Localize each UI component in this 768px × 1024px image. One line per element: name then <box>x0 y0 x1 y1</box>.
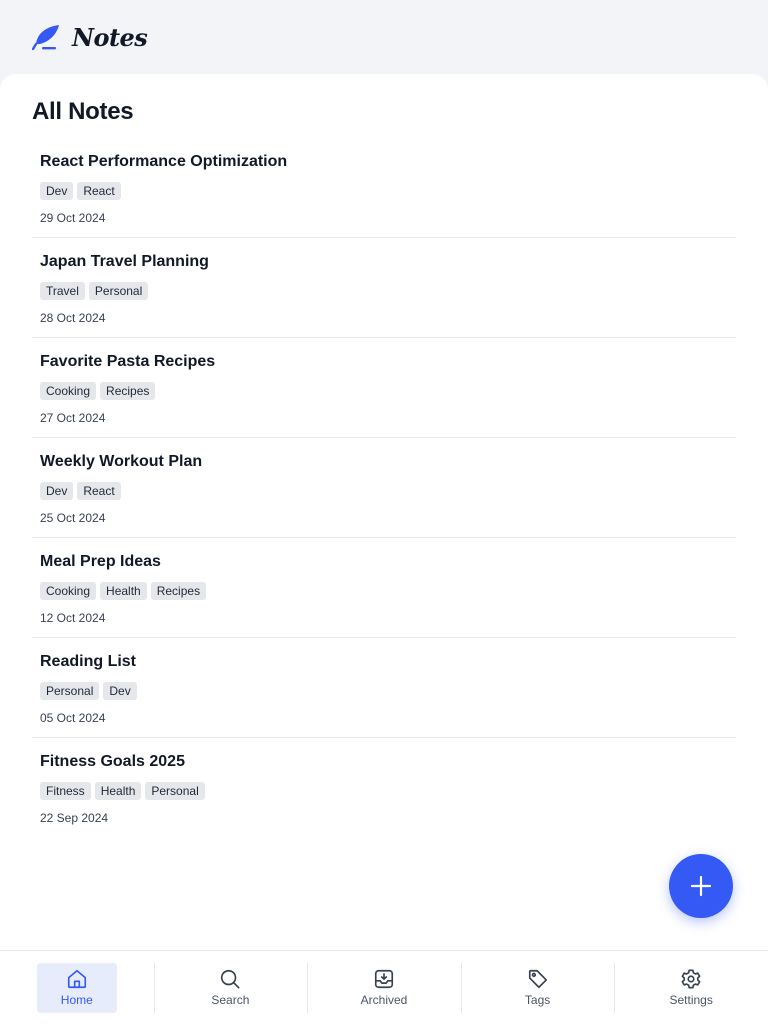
nav-settings-label: Settings <box>669 993 713 1007</box>
nav-tags[interactable]: Tags <box>460 951 615 1024</box>
note-title: Meal Prep Ideas <box>40 553 161 570</box>
note-date: 22 Sep 2024 <box>40 811 109 825</box>
app-name: Notes <box>72 22 148 52</box>
note-title: Japan Travel Planning <box>40 253 209 270</box>
note-date: 12 Oct 2024 <box>40 611 106 625</box>
tag-chip: Cooking <box>40 382 97 400</box>
tag-chip: Personal <box>88 282 149 300</box>
tag-chip: React <box>77 182 121 200</box>
tag-chip: Cooking <box>40 582 97 600</box>
note-item[interactable]: Favorite Pasta Recipes Cooking Recipes 2… <box>32 338 736 438</box>
main-content: All Notes React Performance Optimization… <box>0 74 768 950</box>
note-item[interactable]: Weekly Workout Plan Dev React 25 Oct 202… <box>32 438 736 538</box>
app-logo[interactable]: Notes <box>32 22 148 52</box>
nav-search-label: Search <box>211 993 250 1007</box>
feather-pen-icon <box>32 25 59 51</box>
page-title: All Notes <box>32 98 134 125</box>
tag-chip: Travel <box>40 282 85 300</box>
tag-icon <box>528 969 547 989</box>
gear-icon <box>681 969 701 989</box>
note-item[interactable]: Japan Travel Planning Travel Personal 28… <box>32 238 736 338</box>
nav-archived[interactable]: Archived <box>307 951 461 1024</box>
note-title: Fitness Goals 2025 <box>40 753 185 770</box>
note-item[interactable]: Fitness Goals 2025 Fitness Health Person… <box>32 738 736 838</box>
note-item[interactable]: React Performance Optimization Dev React… <box>32 138 736 238</box>
tag-chip: Recipes <box>100 382 156 400</box>
tag-chip: Dev <box>103 682 137 700</box>
nav-home-label: Home <box>60 993 93 1007</box>
nav-tags-pill: Tags <box>498 963 578 1013</box>
note-tags: Cooking Recipes <box>40 382 728 400</box>
nav-settings-pill: Settings <box>651 963 731 1013</box>
top-header: Notes <box>0 0 768 74</box>
note-title: Reading List <box>40 653 137 670</box>
search-icon <box>221 969 240 989</box>
notes-app: Notes All Notes React Performance Optimi… <box>0 0 768 1024</box>
tag-chip: React <box>77 482 121 500</box>
note-date: 05 Oct 2024 <box>40 711 106 725</box>
tag-chip: Dev <box>40 482 74 500</box>
plus-icon <box>690 875 712 897</box>
nav-search[interactable]: Search <box>153 951 308 1024</box>
tag-chip: Fitness <box>40 782 91 800</box>
archive-icon <box>374 969 394 989</box>
home-icon <box>67 969 86 989</box>
note-tags: Personal Dev <box>40 682 728 700</box>
note-date: 28 Oct 2024 <box>40 311 106 325</box>
note-date: 27 Oct 2024 <box>40 411 106 425</box>
tag-chip: Recipes <box>150 582 207 600</box>
note-tags: Dev React <box>40 482 728 500</box>
note-list: React Performance Optimization Dev React… <box>32 138 736 838</box>
note-title: Favorite Pasta Recipes <box>40 353 216 370</box>
note-tags: Dev React <box>40 182 728 200</box>
tag-chip: Personal <box>40 682 100 700</box>
tag-chip: Personal <box>145 782 205 800</box>
bottom-nav: Home Search Archived Tags Settings <box>0 950 768 1024</box>
note-tags: Cooking Health Recipes <box>40 582 728 600</box>
nav-archived-label: Archived <box>360 993 408 1007</box>
nav-tags-label: Tags <box>524 993 551 1007</box>
nav-settings[interactable]: Settings <box>614 951 768 1024</box>
note-tags: Fitness Health Personal <box>40 782 728 800</box>
note-date: 25 Oct 2024 <box>40 511 106 525</box>
tag-chip: Health <box>94 782 142 800</box>
note-item[interactable]: Meal Prep Ideas Cooking Health Recipes 1… <box>32 538 736 638</box>
note-item[interactable]: Reading List Personal Dev 05 Oct 2024 <box>32 638 736 738</box>
tag-chip: Dev <box>40 182 74 200</box>
tag-chip: Health <box>100 582 147 600</box>
nav-home-pill: Home <box>36 962 117 1013</box>
nav-home[interactable]: Home <box>0 951 154 1024</box>
nav-archived-pill: Archived <box>344 963 424 1013</box>
note-date: 29 Oct 2024 <box>40 211 106 225</box>
note-title: Weekly Workout Plan <box>40 453 203 470</box>
note-title: React Performance Optimization <box>40 153 288 170</box>
new-note-button[interactable] <box>669 854 733 918</box>
nav-search-pill: Search <box>190 963 270 1013</box>
note-tags: Travel Personal <box>40 282 728 300</box>
